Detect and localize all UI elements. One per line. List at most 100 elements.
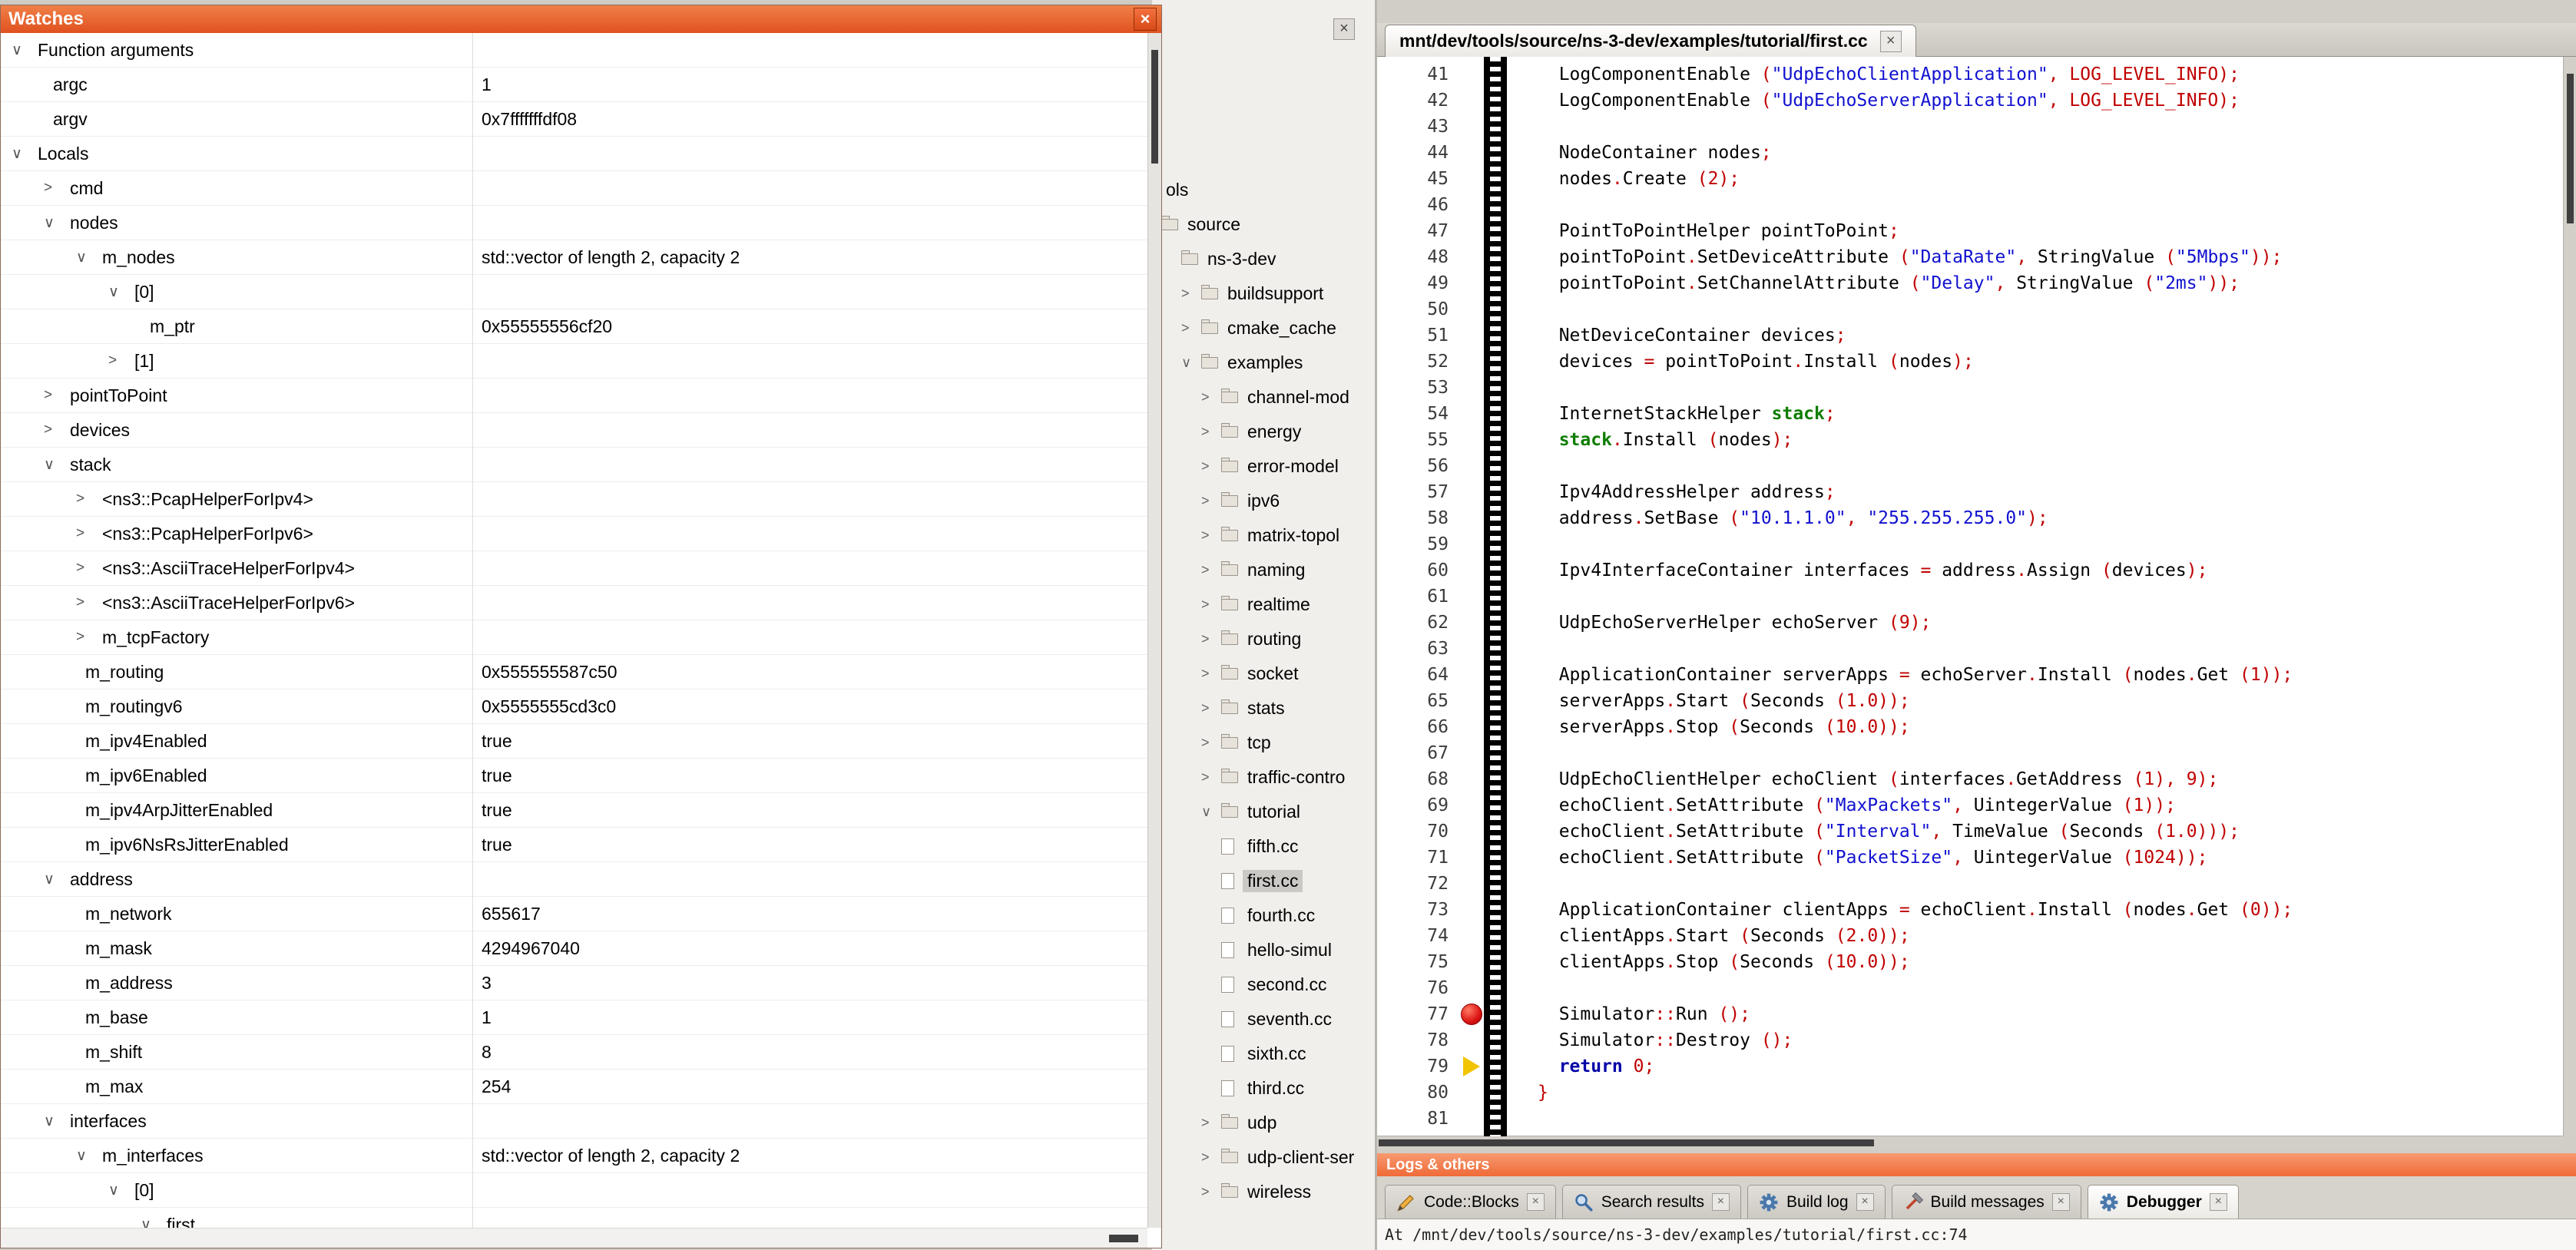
line-number[interactable]: 72	[1377, 874, 1459, 894]
gutter-marker-cell[interactable]	[1459, 688, 1484, 714]
watch-row[interactable]: >m_tcpFactory	[1, 620, 1147, 655]
tree-item-tutorial[interactable]: ∨tutorial	[1152, 795, 1372, 829]
line-number[interactable]: 74	[1377, 926, 1459, 946]
line-number[interactable]: 58	[1377, 508, 1459, 528]
tree-item-socket[interactable]: >socket	[1152, 656, 1372, 691]
line-number[interactable]: 64	[1377, 665, 1459, 685]
scrollbar-thumb[interactable]	[2567, 74, 2574, 223]
line-number[interactable]: 65	[1377, 691, 1459, 711]
tree-toggle-icon[interactable]: ∨	[12, 145, 38, 163]
watch-row[interactable]: m_network655617	[1, 897, 1147, 931]
close-icon[interactable]: ×	[1527, 1193, 1545, 1211]
line-number[interactable]: 66	[1377, 717, 1459, 737]
watch-row[interactable]: ∨Locals	[1, 137, 1147, 171]
tree-toggle-icon[interactable]: ∨	[1201, 804, 1221, 820]
line-number[interactable]: 70	[1377, 822, 1459, 842]
line-number[interactable]: 49	[1377, 273, 1459, 293]
tree-toggle-icon[interactable]: >	[1201, 493, 1221, 509]
line-number[interactable]: 50	[1377, 299, 1459, 319]
tree-toggle-icon[interactable]: ∨	[12, 41, 38, 59]
watch-row[interactable]: >[1]	[1, 344, 1147, 379]
line-number[interactable]: 61	[1377, 587, 1459, 607]
vertical-scrollbar[interactable]	[1147, 33, 1161, 1228]
gutter-marker-cell[interactable]	[1459, 818, 1484, 845]
gutter-marker-cell[interactable]	[1459, 714, 1484, 740]
watch-row[interactable]: ∨interfaces	[1, 1104, 1147, 1139]
tree-item-examples[interactable]: ∨examples	[1152, 346, 1372, 380]
scrollbar-thumb[interactable]	[1109, 1235, 1138, 1242]
line-number[interactable]: 59	[1377, 534, 1459, 554]
tree-item-second-cc[interactable]: second.cc	[1152, 967, 1372, 1002]
line-number[interactable]: 77	[1377, 1004, 1459, 1024]
watch-row[interactable]: ><ns3::AsciiTraceHelperForIpv6>	[1, 586, 1147, 620]
tree-item-ipv6[interactable]: >ipv6	[1152, 484, 1372, 518]
gutter-marker-cell[interactable]	[1459, 401, 1484, 427]
gutter-marker-cell[interactable]	[1459, 192, 1484, 218]
line-number[interactable]: 43	[1377, 117, 1459, 137]
line-number[interactable]: 63	[1377, 639, 1459, 659]
tree-toggle-icon[interactable]: ∨	[44, 871, 70, 888]
gutter-marker-cell[interactable]	[1459, 1001, 1484, 1027]
line-number[interactable]: 53	[1377, 378, 1459, 398]
watch-row[interactable]: argv0x7fffffffdf08	[1, 102, 1147, 137]
watch-row[interactable]: ∨[0]	[1, 275, 1147, 309]
close-icon[interactable]: ×	[2210, 1193, 2227, 1211]
logs-tab-build-messages[interactable]: Build messages×	[1892, 1185, 2081, 1219]
gutter-marker-cell[interactable]	[1459, 1027, 1484, 1053]
line-number[interactable]: 52	[1377, 352, 1459, 372]
gutter-marker-cell[interactable]	[1459, 610, 1484, 636]
line-number[interactable]: 71	[1377, 848, 1459, 868]
gutter-marker-cell[interactable]	[1459, 61, 1484, 88]
tree-item-stats[interactable]: >stats	[1152, 691, 1372, 726]
watch-row[interactable]: ∨Function arguments	[1, 33, 1147, 68]
close-icon[interactable]: ×	[1333, 18, 1355, 40]
gutter-marker-cell[interactable]	[1459, 975, 1484, 1001]
watch-row[interactable]: ><ns3::PcapHelperForIpv4>	[1, 482, 1147, 517]
line-number[interactable]: 54	[1377, 404, 1459, 424]
tree-toggle-icon[interactable]: >	[1201, 666, 1221, 682]
watch-row[interactable]: argc1	[1, 68, 1147, 102]
gutter-marker-cell[interactable]	[1459, 766, 1484, 792]
line-number[interactable]: 69	[1377, 795, 1459, 815]
gutter-marker-cell[interactable]	[1459, 140, 1484, 166]
gutter-marker-cell[interactable]	[1459, 792, 1484, 818]
gutter-marker-cell[interactable]	[1459, 427, 1484, 453]
tree-item-source[interactable]: source	[1152, 207, 1372, 242]
line-number[interactable]: 79	[1377, 1057, 1459, 1076]
gutter-marker-cell[interactable]	[1459, 479, 1484, 505]
code-area[interactable]: 41 LogComponentEnable ("UdpEchoClientApp…	[1377, 57, 2563, 1136]
line-number[interactable]: 48	[1377, 247, 1459, 267]
tree-toggle-icon[interactable]: ∨	[76, 249, 102, 266]
tree-toggle-icon[interactable]: >	[1201, 1149, 1221, 1166]
line-number[interactable]: 41	[1377, 64, 1459, 84]
gutter-marker-cell[interactable]	[1459, 88, 1484, 114]
tree-toggle-icon[interactable]: >	[1201, 458, 1221, 475]
tree-toggle-icon[interactable]: ∨	[141, 1216, 167, 1229]
gutter-marker-cell[interactable]	[1459, 1053, 1484, 1080]
line-number[interactable]: 78	[1377, 1030, 1459, 1050]
tree-item-seventh-cc[interactable]: seventh.cc	[1152, 1002, 1372, 1037]
tree-item-fifth-cc[interactable]: fifth.cc	[1152, 829, 1372, 864]
watch-row[interactable]: ∨first	[1, 1208, 1147, 1228]
gutter-marker-cell[interactable]	[1459, 531, 1484, 557]
tree-item-sixth-cc[interactable]: sixth.cc	[1152, 1037, 1372, 1071]
tree-toggle-icon[interactable]: >	[1201, 1184, 1221, 1200]
watches-titlebar[interactable]: Watches ×	[1, 5, 1161, 33]
gutter-marker-cell[interactable]	[1459, 1106, 1484, 1132]
gutter-marker-cell[interactable]	[1459, 636, 1484, 662]
gutter-marker-cell[interactable]	[1459, 349, 1484, 375]
watch-row[interactable]: m_routingv60x5555555cd3c0	[1, 689, 1147, 724]
watch-row[interactable]: m_mask4294967040	[1, 931, 1147, 966]
tree-toggle-icon[interactable]: >	[76, 525, 102, 542]
line-number[interactable]: 47	[1377, 221, 1459, 241]
logs-tab-build-log[interactable]: Build log×	[1747, 1185, 1886, 1219]
tree-toggle-icon[interactable]: >	[1201, 527, 1221, 544]
line-number[interactable]: 56	[1377, 456, 1459, 476]
gutter-marker-cell[interactable]	[1459, 584, 1484, 610]
tree-toggle-icon[interactable]: >	[44, 387, 70, 404]
gutter-marker-cell[interactable]	[1459, 296, 1484, 322]
gutter-marker-cell[interactable]	[1459, 1080, 1484, 1106]
tree-item-hello-simul[interactable]: hello-simul	[1152, 933, 1372, 967]
tree-item-tcp[interactable]: >tcp	[1152, 726, 1372, 760]
tree-toggle-icon[interactable]: >	[76, 491, 102, 508]
